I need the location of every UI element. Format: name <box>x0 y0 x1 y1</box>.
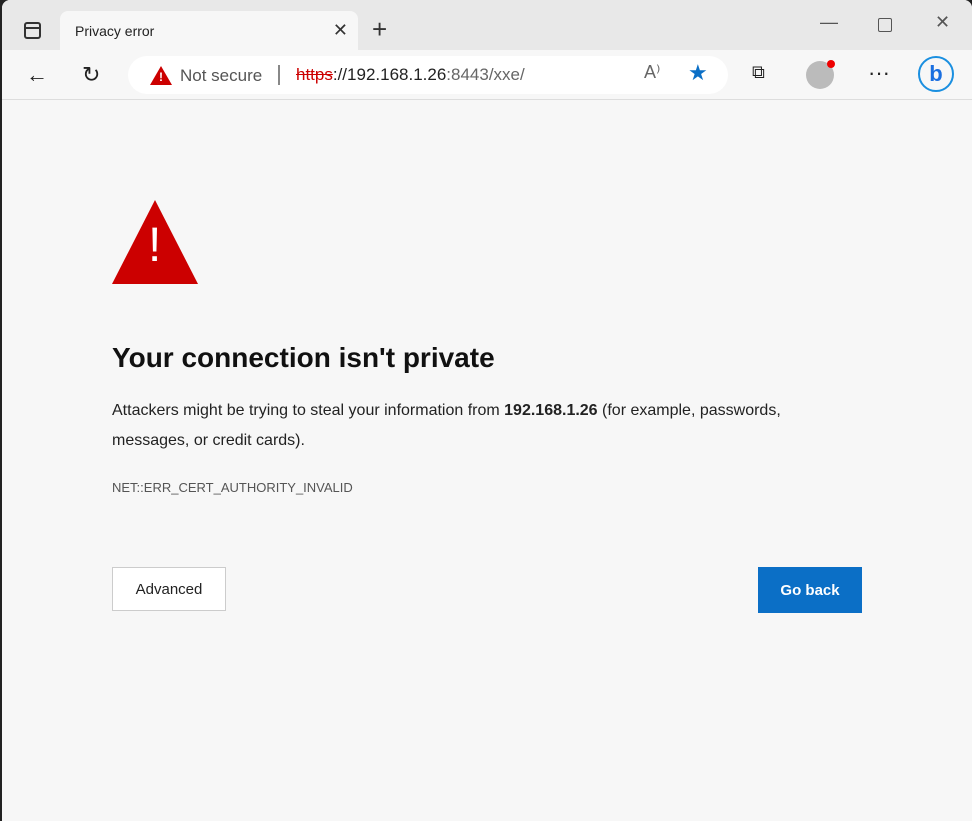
refresh-icon[interactable]: ↻ <box>82 62 100 88</box>
go-back-button[interactable]: Go back <box>758 567 862 613</box>
read-aloud-icon[interactable]: A⁾ <box>644 62 660 83</box>
warning-icon[interactable]: ! <box>150 66 172 85</box>
favorite-star-icon[interactable]: ★ <box>688 60 708 86</box>
page-title: Your connection isn't private <box>112 342 495 373</box>
browser-window: Privacy error ✕ + — ✕ ← ↻ ! Not secure h… <box>2 0 972 821</box>
url-path: :8443/xxe/ <box>446 65 525 84</box>
maximize-icon[interactable] <box>878 18 892 32</box>
more-options-icon[interactable]: ··· <box>868 60 890 86</box>
tab-actions-icon[interactable] <box>24 22 41 39</box>
advanced-button[interactable]: Advanced <box>112 567 226 611</box>
address-bar[interactable]: ! Not secure https://192.168.1.26:8443/x… <box>128 56 728 94</box>
host-name: 192.168.1.26 <box>504 402 598 419</box>
bing-copilot-icon[interactable]: b <box>918 56 954 92</box>
close-window-icon[interactable]: ✕ <box>935 12 950 33</box>
divider <box>278 65 280 85</box>
minimize-icon[interactable]: — <box>820 12 838 33</box>
collections-icon[interactable]: ⧉ <box>752 62 765 83</box>
error-code[interactable]: NET::ERR_CERT_AUTHORITY_INVALID <box>112 480 862 495</box>
tab-privacy-error[interactable]: Privacy error ✕ <box>60 11 358 51</box>
message-text: Attackers might be trying to steal your … <box>112 402 505 419</box>
url-scheme: https <box>296 65 333 84</box>
profile-avatar-icon[interactable] <box>806 60 835 89</box>
close-tab-icon[interactable]: ✕ <box>333 20 348 41</box>
tab-title: Privacy error <box>75 23 155 39</box>
new-tab-icon[interactable]: + <box>372 14 387 45</box>
url-text[interactable]: https://192.168.1.26:8443/xxe/ <box>296 65 525 85</box>
error-message: Attackers might be trying to steal your … <box>112 396 862 456</box>
error-content: ! Your connection isn't private Attacker… <box>112 200 862 613</box>
title-bar: Privacy error ✕ + — ✕ <box>2 0 972 51</box>
back-arrow-icon[interactable]: ← <box>26 62 48 88</box>
toolbar: ← ↻ ! Not secure https://192.168.1.26:84… <box>2 50 972 100</box>
url-host: ://192.168.1.26 <box>332 65 447 84</box>
warning-triangle-icon: ! <box>112 200 198 284</box>
security-label[interactable]: Not secure <box>180 66 262 86</box>
